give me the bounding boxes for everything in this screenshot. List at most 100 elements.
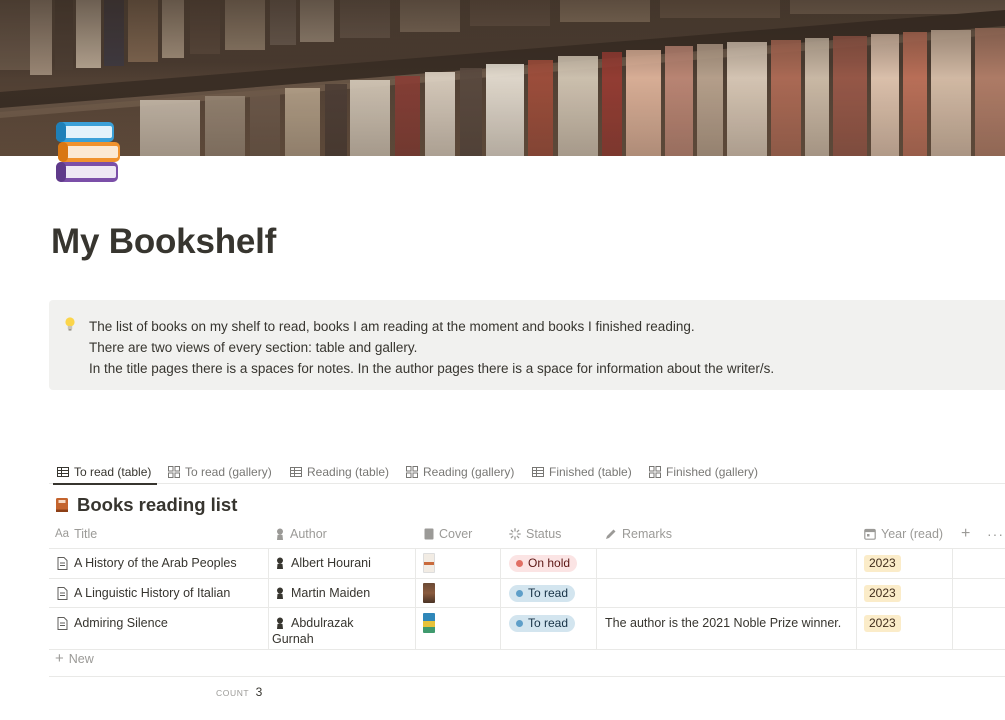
tab-label: Finished (table) <box>549 465 632 479</box>
page-icon <box>57 556 68 570</box>
author-cell[interactable]: Abdulrazak <box>275 614 354 632</box>
year-badge: 2023 <box>864 554 901 572</box>
add-new-row-button[interactable]: + New <box>55 650 94 667</box>
column-header-label: Remarks <box>622 527 673 541</box>
tab-reading-table[interactable]: Reading (table) <box>290 461 389 483</box>
cover-cell[interactable] <box>423 612 435 634</box>
column-divider <box>856 548 857 649</box>
year-badge: 2023 <box>864 614 901 632</box>
database-view-tabs: To read (table) To read (gallery) Readin… <box>49 456 1005 485</box>
column-header-title[interactable]: Aa Title <box>55 520 97 548</box>
status-label: On hold <box>528 556 571 570</box>
page-icon <box>57 586 68 600</box>
cover-cell[interactable] <box>423 553 435 573</box>
page-icon <box>57 616 68 630</box>
plus-icon: + <box>55 650 64 667</box>
title-cell[interactable]: Admiring Silence <box>57 614 168 632</box>
status-cell[interactable]: To read <box>509 614 576 632</box>
column-header-author[interactable]: Author <box>275 520 327 548</box>
tab-label: To read (gallery) <box>185 465 272 479</box>
author-name: Martin Maiden <box>291 586 371 600</box>
tab-finished-table[interactable]: Finished (table) <box>532 461 632 483</box>
remarks-text: The author is the 2021 Noble Prize winne… <box>605 616 842 630</box>
table-divider <box>49 676 1005 677</box>
status-dot-icon <box>516 589 523 597</box>
author-name: Abdulrazak <box>291 616 354 630</box>
book-cover-thumbnail <box>423 583 435 603</box>
gallery-icon <box>168 466 180 478</box>
status-badge: To read <box>509 584 576 602</box>
status-icon <box>509 528 521 540</box>
table-divider <box>49 607 1005 608</box>
column-header-cover[interactable]: Cover <box>424 520 472 548</box>
table-icon <box>532 467 544 477</box>
count-aggregation[interactable]: COUNT 3 <box>216 685 262 699</box>
column-header-status[interactable]: Status <box>509 520 561 548</box>
column-header-label: Cover <box>439 527 473 541</box>
ellipsis-icon: ··· <box>987 526 1004 542</box>
column-divider <box>952 548 953 649</box>
page-title[interactable]: My Bookshelf <box>51 222 276 262</box>
status-dot-icon <box>516 619 523 627</box>
book-icon <box>56 498 68 512</box>
remarks-cell[interactable]: The author is the 2021 Noble Prize winne… <box>605 614 841 632</box>
column-header-label: Author <box>290 527 327 541</box>
column-header-label: Title <box>74 527 98 541</box>
gallery-icon <box>406 466 418 478</box>
tab-label: Reading (table) <box>307 465 390 479</box>
callout-line: The list of books on my shelf to read, b… <box>89 319 695 334</box>
status-badge: To read <box>509 614 576 632</box>
author-name: Albert Hourani <box>291 556 371 570</box>
column-divider <box>596 548 597 649</box>
book-title: Admiring Silence <box>74 616 168 630</box>
column-header-label: Year (read) <box>881 527 944 541</box>
person-icon <box>277 587 283 599</box>
pencil-icon <box>606 529 616 539</box>
author-cell[interactable]: Martin Maiden <box>275 584 370 602</box>
author-name-line2: Gurnah <box>272 632 314 646</box>
title-cell[interactable]: A History of the Arab Peoples <box>57 554 237 572</box>
tab-label: Reading (gallery) <box>423 465 515 479</box>
table-divider <box>49 649 1005 650</box>
tab-reading-gallery[interactable]: Reading (gallery) <box>406 461 514 483</box>
plus-icon: + <box>961 525 971 542</box>
year-cell[interactable]: 2023 <box>864 584 901 602</box>
author-cell-continued: Gurnah <box>272 631 314 647</box>
status-label: To read <box>528 616 569 630</box>
cover-cell[interactable] <box>423 582 435 604</box>
more-options-button[interactable]: ··· <box>987 520 1004 548</box>
new-row-label: New <box>68 651 94 666</box>
books-stack-icon[interactable] <box>52 118 122 188</box>
database-title-text: Books reading list <box>77 494 238 515</box>
person-icon <box>277 617 283 629</box>
tab-to-read-table[interactable]: To read (table) <box>52 461 158 485</box>
tab-label: Finished (gallery) <box>666 465 759 479</box>
author-cell[interactable]: Albert Hourani <box>275 554 371 572</box>
table-divider <box>49 548 1005 549</box>
page-cover-image[interactable] <box>0 0 1005 156</box>
title-cell[interactable]: A Linguistic History of Italian <box>57 584 230 602</box>
count-value: 3 <box>255 685 263 699</box>
tab-finished-gallery[interactable]: Finished (gallery) <box>649 461 758 483</box>
person-icon <box>277 528 283 540</box>
tab-to-read-gallery[interactable]: To read (gallery) <box>168 461 272 483</box>
book-title: A History of the Arab Peoples <box>74 556 237 570</box>
text-property-icon: Aa <box>55 528 70 540</box>
callout-line: There are two views of every section: ta… <box>89 340 418 355</box>
callout-block[interactable]: The list of books on my shelf to read, b… <box>49 300 1005 390</box>
column-header-remarks[interactable]: Remarks <box>605 520 672 548</box>
database-title[interactable]: Books reading list <box>55 494 237 516</box>
column-header-year[interactable]: Year (read) <box>864 520 943 548</box>
person-icon <box>277 557 283 569</box>
lightbulb-icon <box>65 317 75 331</box>
file-icon <box>424 528 434 540</box>
book-title: A Linguistic History of Italian <box>74 586 231 600</box>
table-divider <box>49 578 1005 579</box>
year-cell[interactable]: 2023 <box>864 554 901 572</box>
year-cell[interactable]: 2023 <box>864 614 901 632</box>
tab-label: To read (table) <box>74 465 152 479</box>
status-cell[interactable]: On hold <box>509 554 578 572</box>
status-cell[interactable]: To read <box>509 584 576 602</box>
add-property-button[interactable]: + <box>961 520 970 548</box>
gallery-icon <box>649 466 661 478</box>
